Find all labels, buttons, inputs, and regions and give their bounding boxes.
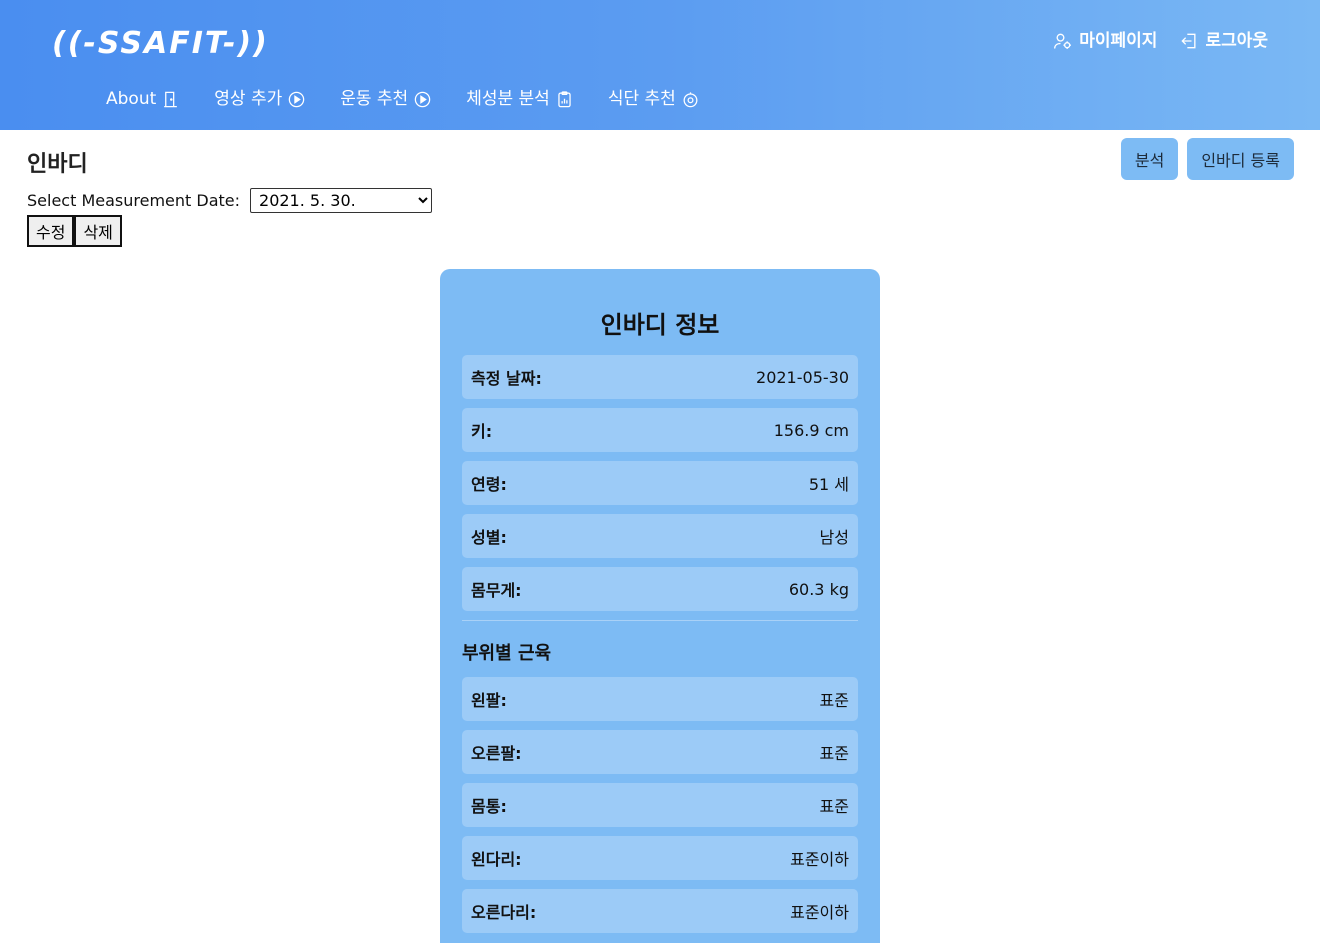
nav-about-label: About [106,89,157,109]
play-circle-icon [414,91,431,107]
muscle-label: 오른다리: [471,903,537,922]
info-row-age: 연령: 51 세 [462,461,858,505]
clipboard-chart-icon [558,90,571,107]
muscle-row-left-leg: 왼다리: 표준이하 [462,836,858,880]
door-icon [164,91,178,107]
nav-body-analysis[interactable]: 체성분 분석 [466,86,574,112]
muscle-label: 왼팔: [471,691,507,710]
logout-icon [1181,33,1196,49]
muscle-value: 표준 [819,797,849,816]
muscle-value: 표준이하 [790,903,849,922]
info-value: 2021-05-30 [756,367,849,387]
date-label: Select Measurement Date: [27,191,241,210]
section-title-muscle: 부위별 근육 [462,643,552,664]
info-value: 60.3 kg [788,579,849,599]
delete-button[interactable]: 삭제 [74,215,122,247]
muscle-value: 표준 [819,691,849,710]
info-label: 몸무게: [471,581,522,600]
nav-diet-label: 식단 추천 [607,89,676,109]
info-value: 남성 [819,528,849,547]
nav-workout-label: 운동 추천 [340,89,409,109]
inbody-info-card: 인바디 정보 측정 날짜: 2021-05-30 키: 156.9 cm 연령:… [440,269,880,943]
date-row: Select Measurement Date: 2021. 5. 30. [27,188,433,213]
info-label: 키: [471,422,493,441]
info-row-date: 측정 날짜: 2021-05-30 [462,355,858,399]
nav-body-analysis-label: 체성분 분석 [466,89,550,109]
nav-add-video[interactable]: 영상 추가 [214,86,306,112]
logout-label: 로그아웃 [1205,31,1268,51]
play-circle-icon [288,91,305,107]
analyze-button[interactable]: 분석 [1120,138,1179,180]
muscle-label: 왼다리: [471,850,522,869]
mypage-label: 마이페이지 [1079,31,1158,51]
nav-add-video-label: 영상 추가 [214,89,283,109]
main-nav: About 영상 추가 운동 추천 체성분 분석 식단 추천 [106,86,700,112]
logout-link[interactable]: 로그아웃 [1179,28,1268,54]
fruit-icon [683,91,698,107]
top-links: 마이페이지 로그아웃 [1053,28,1268,54]
info-value: 156.9 cm [773,420,849,440]
info-label: 측정 날짜: [471,369,542,388]
mypage-link[interactable]: 마이페이지 [1053,28,1157,54]
muscle-value: 표준이하 [790,850,849,869]
info-row-gender: 성별: 남성 [462,514,858,558]
muscle-row-right-leg: 오른다리: 표준이하 [462,889,858,933]
page-title: 인바디 [27,152,88,177]
nav-diet-recommend[interactable]: 식단 추천 [608,86,700,112]
nav-workout-recommend[interactable]: 운동 추천 [340,86,432,112]
register-inbody-button[interactable]: 인바디 등록 [1187,138,1294,180]
action-buttons: 분석 인바디 등록 [1120,138,1294,180]
header: ((-SSAFIT-)) 마이페이지 로그아웃 About 영상 추가 운동 추… [0,0,1320,130]
card-title: 인바디 정보 [600,311,720,339]
info-value: 51 세 [808,475,849,494]
logo[interactable]: ((-SSAFIT-)) [52,24,269,64]
muscle-row-trunk: 몸통: 표준 [462,783,858,827]
muscle-label: 오른팔: [471,744,522,763]
nav-about[interactable]: About [106,86,180,112]
date-select[interactable]: 2021. 5. 30. [250,188,433,213]
muscle-row-left-arm: 왼팔: 표준 [462,677,858,721]
muscle-row-right-arm: 오른팔: 표준 [462,730,858,774]
info-row-weight: 몸무게: 60.3 kg [462,567,858,611]
user-gear-icon [1054,33,1072,49]
info-label: 성별: [471,528,507,547]
edit-row: 수정 삭제 [27,215,122,247]
info-label: 연령: [471,475,507,494]
muscle-value: 표준 [819,744,849,763]
info-row-height: 키: 156.9 cm [462,408,858,452]
divider [462,620,858,621]
muscle-label: 몸통: [471,797,507,816]
edit-button[interactable]: 수정 [27,215,75,247]
